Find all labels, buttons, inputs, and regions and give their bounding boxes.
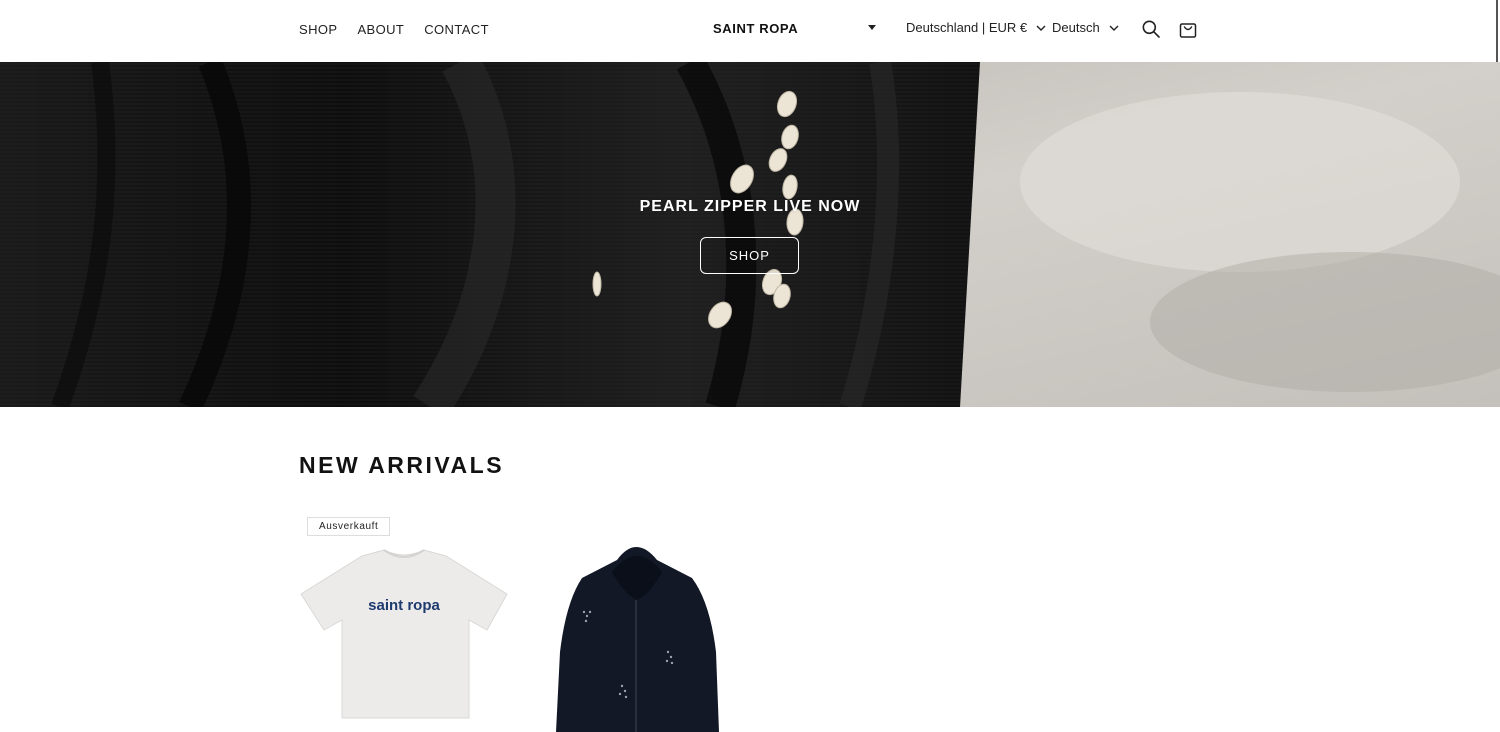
hero-title: PEARL ZIPPER LIVE NOW bbox=[639, 198, 861, 215]
search-button[interactable] bbox=[1138, 16, 1164, 42]
language-label: Deutsch bbox=[1052, 20, 1100, 35]
site-header: SHOP ABOUT CONTACT SAINT ROPA Deutschlan… bbox=[0, 0, 1500, 62]
scrollbar[interactable] bbox=[1496, 0, 1498, 62]
cart-button[interactable] bbox=[1175, 16, 1201, 42]
nav-link-contact[interactable]: CONTACT bbox=[424, 22, 489, 37]
language-selector[interactable]: Deutsch bbox=[1052, 20, 1119, 35]
chevron-down-icon bbox=[1036, 25, 1046, 31]
hero-image bbox=[0, 62, 1500, 407]
country-currency-selector[interactable]: Deutschland | EUR € bbox=[906, 20, 1046, 35]
nav-link-shop[interactable]: SHOP bbox=[299, 22, 337, 37]
section-title: NEW ARRIVALS bbox=[299, 452, 505, 478]
product-card[interactable] bbox=[532, 512, 742, 732]
caret-down-icon[interactable] bbox=[868, 25, 876, 30]
country-currency-label: Deutschland | EUR € bbox=[906, 20, 1028, 35]
sold-out-badge: Ausverkauft bbox=[307, 517, 391, 536]
product-image-hoodie bbox=[556, 547, 719, 732]
product-print-text: saint ropa bbox=[368, 597, 440, 614]
product-card[interactable]: saint ropa Ausverkauft bbox=[299, 512, 509, 732]
search-icon bbox=[1142, 20, 1160, 38]
nav-link-about[interactable]: ABOUT bbox=[357, 22, 404, 37]
main-nav: SHOP ABOUT CONTACT bbox=[299, 0, 489, 58]
product-image-tshirt: saint ropa bbox=[300, 549, 508, 719]
site-logo[interactable]: SAINT ROPA bbox=[713, 21, 798, 36]
chevron-down-icon bbox=[1109, 25, 1119, 31]
hero-banner: PEARL ZIPPER LIVE NOW SHOP bbox=[0, 62, 1500, 407]
hero-shop-button[interactable]: SHOP bbox=[700, 237, 799, 274]
bag-icon bbox=[1179, 23, 1197, 38]
